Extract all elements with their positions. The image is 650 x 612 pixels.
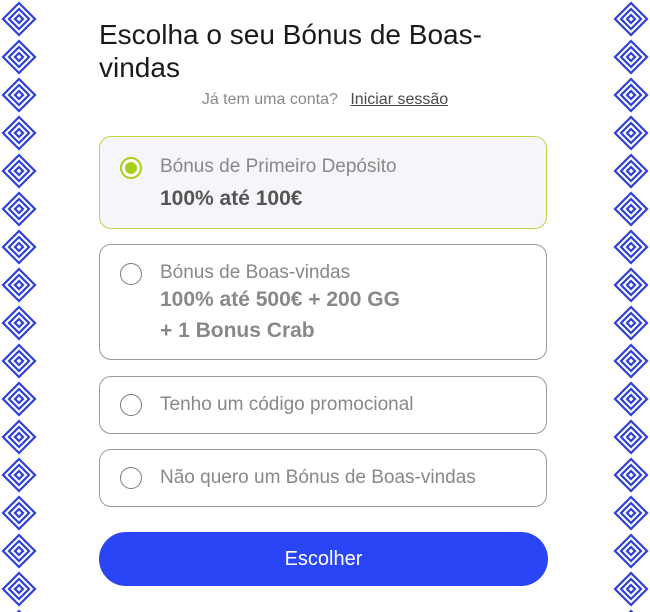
option-first-deposit-bonus[interactable]: Bónus de Primeiro Depósito 100% até 100€ bbox=[99, 136, 547, 229]
page-title: Escolha o seu Bónus de Boas-vindas bbox=[99, 19, 482, 83]
radio-button[interactable] bbox=[120, 394, 142, 416]
option-welcome-bonus[interactable]: Bónus de Boas-vindas 100% até 500€ + 200… bbox=[99, 244, 547, 360]
login-prompt-row: Já tem uma conta? Iniciar sessão bbox=[38, 91, 612, 109]
option-title: Bónus de Primeiro Depósito bbox=[160, 156, 397, 177]
option-title: Não quero um Bónus de Boas-vindas bbox=[160, 467, 476, 488]
decorative-border-right bbox=[612, 0, 650, 612]
option-value-line1: 100% até 500€ + 200 GG bbox=[160, 288, 400, 311]
option-title: Bónus de Boas-vindas bbox=[160, 262, 351, 283]
bonus-selection-panel: Escolha o seu Bónus de Boas-vindas Já te… bbox=[38, 0, 612, 612]
option-value: 100% até 100€ bbox=[160, 187, 303, 210]
decorative-border-left bbox=[0, 0, 38, 612]
option-value-line2: + 1 Bonus Crab bbox=[160, 319, 315, 342]
login-prompt-text: Já tem uma conta? bbox=[201, 91, 338, 108]
login-link[interactable]: Iniciar sessão bbox=[350, 91, 448, 108]
radio-button-selected[interactable] bbox=[120, 157, 142, 179]
radio-button[interactable] bbox=[120, 467, 142, 489]
option-no-bonus[interactable]: Não quero um Bónus de Boas-vindas bbox=[99, 449, 547, 507]
option-promo-code[interactable]: Tenho um código promocional bbox=[99, 376, 547, 434]
choose-button[interactable]: Escolher bbox=[99, 532, 548, 586]
option-title: Tenho um código promocional bbox=[160, 394, 414, 415]
radio-button[interactable] bbox=[120, 263, 142, 285]
